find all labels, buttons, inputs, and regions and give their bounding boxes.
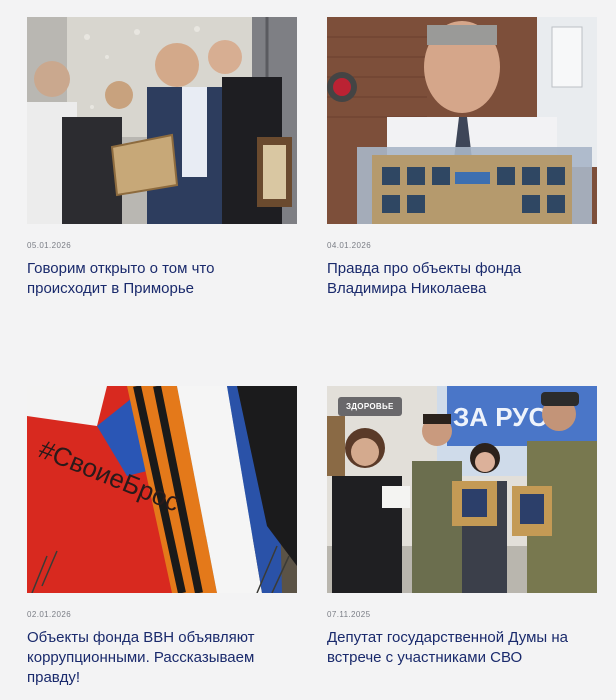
banner-text: ЗА РУС <box>453 402 547 432</box>
news-image[interactable] <box>327 17 597 224</box>
news-title[interactable]: Депутат государственной Думы на встрече … <box>327 628 597 668</box>
news-card[interactable]: ЗА РУС ЗДОРОВЬЕ 07.11.2025 Депутат госуд… <box>327 386 597 668</box>
news-image[interactable]: #СвоиеБрос <box>27 386 297 593</box>
news-title[interactable]: Объекты фонда ВВН объявляют коррупционны… <box>27 628 297 688</box>
news-date: 04.01.2026 <box>327 241 372 250</box>
category-badge[interactable]: ЗДОРОВЬЕ <box>338 397 402 416</box>
news-date: 05.01.2026 <box>27 241 72 250</box>
flags-photo: #СвоиеБрос <box>27 386 297 593</box>
news-grid: 05.01.2026 Говорим открыто о том что про… <box>0 0 616 700</box>
news-image[interactable] <box>27 17 297 224</box>
news-image[interactable]: ЗА РУС ЗДОРОВЬЕ <box>327 386 597 593</box>
news-date: 07.11.2025 <box>327 610 371 619</box>
news-card[interactable]: 05.01.2026 Говорим открыто о том что про… <box>27 17 297 299</box>
news-card[interactable]: 04.01.2026 Правда про объекты фонда Влад… <box>327 17 597 299</box>
news-card[interactable]: #СвоиеБрос 02.01.2026 Объекты фонда ВВН … <box>27 386 297 688</box>
interview-man-photo <box>327 17 597 224</box>
news-title[interactable]: Говорим открыто о том что происходит в П… <box>27 259 297 299</box>
news-date: 02.01.2026 <box>27 610 72 619</box>
award-ceremony-photo <box>27 17 297 224</box>
news-title[interactable]: Правда про объекты фонда Владимира Никол… <box>327 259 597 299</box>
deputy-meeting-photo: ЗА РУС <box>327 386 597 593</box>
